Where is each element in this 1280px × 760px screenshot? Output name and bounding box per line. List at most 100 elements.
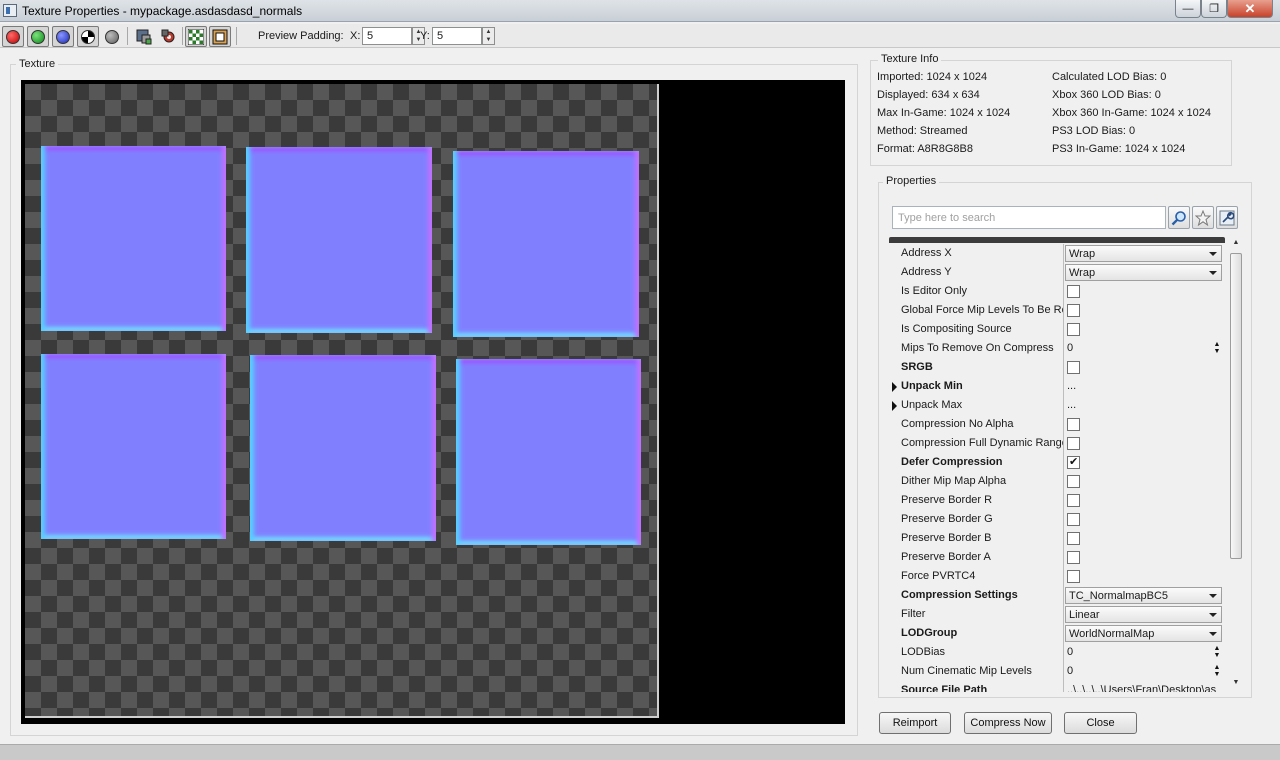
property-number-input[interactable]: 0 xyxy=(1067,646,1073,658)
property-row[interactable]: Is Compositing Source xyxy=(889,320,1225,339)
column-divider[interactable] xyxy=(1063,453,1064,472)
column-divider[interactable] xyxy=(1063,643,1064,662)
column-divider[interactable] xyxy=(1063,301,1064,320)
property-search-input[interactable] xyxy=(893,207,1165,228)
property-row[interactable]: Address Y Wrap xyxy=(889,263,1225,282)
column-divider[interactable] xyxy=(1063,681,1064,692)
texture-viewport[interactable] xyxy=(21,80,845,724)
scroll-down-icon[interactable]: ▼ xyxy=(1232,679,1240,686)
minimize-button[interactable]: — xyxy=(1175,0,1201,18)
reimport-button[interactable]: Reimport xyxy=(879,712,951,734)
property-row[interactable]: LODGroup WorldNormalMap xyxy=(889,624,1225,643)
property-row[interactable]: Unpack Max... xyxy=(889,396,1225,415)
property-row[interactable]: Num Cinematic Mip Levels 0 ▲ ▼ xyxy=(889,662,1225,681)
property-checkbox[interactable] xyxy=(1067,437,1080,450)
property-checkbox[interactable] xyxy=(1067,361,1080,374)
maximize-button[interactable]: ❐ xyxy=(1201,0,1227,18)
property-row[interactable]: Force PVRTC4 xyxy=(889,567,1225,586)
column-divider[interactable] xyxy=(1063,605,1064,624)
close-button[interactable]: Close xyxy=(1064,712,1137,734)
property-row[interactable]: Address X Wrap xyxy=(889,244,1225,263)
column-divider[interactable] xyxy=(1063,529,1064,548)
favorites-button[interactable] xyxy=(1192,206,1214,229)
column-divider[interactable] xyxy=(1063,396,1064,415)
property-row[interactable]: SRGB xyxy=(889,358,1225,377)
property-dropdown[interactable]: TC_NormalmapBC5 xyxy=(1065,587,1222,604)
column-divider[interactable] xyxy=(1063,586,1064,605)
settings-button[interactable] xyxy=(1216,206,1238,229)
property-checkbox[interactable] xyxy=(1067,570,1080,583)
property-search-box[interactable] xyxy=(892,206,1166,229)
property-row[interactable]: Compression No Alpha xyxy=(889,415,1225,434)
compress-now-button[interactable]: Compress Now xyxy=(964,712,1052,734)
property-dropdown[interactable]: Linear xyxy=(1065,606,1222,623)
property-checkbox[interactable] xyxy=(1067,513,1080,526)
scroll-up-icon[interactable]: ▲ xyxy=(1232,239,1240,246)
property-checkbox[interactable] xyxy=(1067,494,1080,507)
property-checkbox[interactable] xyxy=(1067,323,1080,336)
search-button[interactable] xyxy=(1168,206,1190,229)
column-divider[interactable] xyxy=(1063,415,1064,434)
spin-arrows-icon[interactable]: ▲ ▼ xyxy=(1212,664,1222,679)
close-window-button[interactable]: ✕ xyxy=(1227,0,1273,18)
property-value[interactable]: ... xyxy=(1067,380,1076,392)
column-divider[interactable] xyxy=(1063,339,1064,358)
property-checkbox[interactable] xyxy=(1067,455,1080,469)
property-row[interactable]: Preserve Border R xyxy=(889,491,1225,510)
padding-x-input[interactable]: 5 ▲ ▼ xyxy=(362,27,425,45)
property-row[interactable]: Dither Mip Map Alpha xyxy=(889,472,1225,491)
spin-arrows-icon[interactable]: ▲ ▼ xyxy=(1212,341,1222,356)
column-divider[interactable] xyxy=(1063,320,1064,339)
column-divider[interactable] xyxy=(1063,263,1064,282)
column-divider[interactable] xyxy=(1063,662,1064,681)
property-dropdown[interactable]: Wrap xyxy=(1065,264,1222,281)
column-divider[interactable] xyxy=(1063,244,1064,263)
green-channel-button[interactable] xyxy=(27,26,49,47)
property-row[interactable]: Preserve Border B xyxy=(889,529,1225,548)
property-row[interactable]: Compression Full Dynamic Range xyxy=(889,434,1225,453)
property-row[interactable]: Source File Path ..\..\..\..\Users\Fran\D… xyxy=(889,681,1225,692)
property-value[interactable]: ... xyxy=(1067,399,1076,411)
spin-arrows-icon[interactable]: ▲ ▼ xyxy=(1212,645,1222,660)
property-checkbox[interactable] xyxy=(1067,304,1080,317)
column-divider[interactable] xyxy=(1063,472,1064,491)
padding-y-input[interactable]: 5 ▲ ▼ xyxy=(432,27,495,45)
property-dropdown[interactable]: Wrap xyxy=(1065,245,1222,262)
border-toggle[interactable] xyxy=(209,26,231,47)
property-row[interactable]: Unpack Min... xyxy=(889,377,1225,396)
property-row[interactable]: LODBias 0 ▲ ▼ xyxy=(889,643,1225,662)
saturation-button[interactable] xyxy=(101,26,123,47)
column-divider[interactable] xyxy=(1063,567,1064,586)
column-divider[interactable] xyxy=(1063,510,1064,529)
property-scrollbar[interactable]: ▲ ▼ xyxy=(1228,237,1244,692)
property-dropdown[interactable]: WorldNormalMap xyxy=(1065,625,1222,642)
alpha-channel-button[interactable] xyxy=(77,26,99,47)
column-divider[interactable] xyxy=(1063,548,1064,567)
property-checkbox[interactable] xyxy=(1067,418,1080,431)
property-row[interactable]: Mips To Remove On Compress 0 ▲ ▼ xyxy=(889,339,1225,358)
property-row[interactable]: Preserve Border A xyxy=(889,548,1225,567)
property-row[interactable]: Filter Linear xyxy=(889,605,1225,624)
blue-channel-button[interactable] xyxy=(52,26,74,47)
property-row[interactable]: Compression Settings TC_NormalmapBC5 xyxy=(889,586,1225,605)
scrollbar-thumb[interactable] xyxy=(1230,253,1242,559)
property-number-input[interactable]: 0 xyxy=(1067,665,1073,677)
column-divider[interactable] xyxy=(1063,624,1064,643)
column-divider[interactable] xyxy=(1063,358,1064,377)
column-divider[interactable] xyxy=(1063,282,1064,301)
red-channel-button[interactable] xyxy=(2,26,24,47)
property-checkbox[interactable] xyxy=(1067,475,1080,488)
property-checkbox[interactable] xyxy=(1067,532,1080,545)
property-row[interactable]: Is Editor Only xyxy=(889,282,1225,301)
property-value[interactable]: ..\..\..\..\Users\Fran\Desktop\as xyxy=(1067,684,1216,692)
property-checkbox[interactable] xyxy=(1067,551,1080,564)
spin-arrows-icon[interactable]: ▲ ▼ xyxy=(482,27,495,45)
property-row[interactable]: Global Force Mip Levels To Be Resident xyxy=(889,301,1225,320)
property-checkbox[interactable] xyxy=(1067,285,1080,298)
column-divider[interactable] xyxy=(1063,377,1064,396)
column-divider[interactable] xyxy=(1063,491,1064,510)
view-mips-button[interactable] xyxy=(133,26,155,47)
checkerboard-toggle[interactable] xyxy=(185,26,207,47)
column-divider[interactable] xyxy=(1063,434,1064,453)
property-row[interactable]: Defer Compression xyxy=(889,453,1225,472)
